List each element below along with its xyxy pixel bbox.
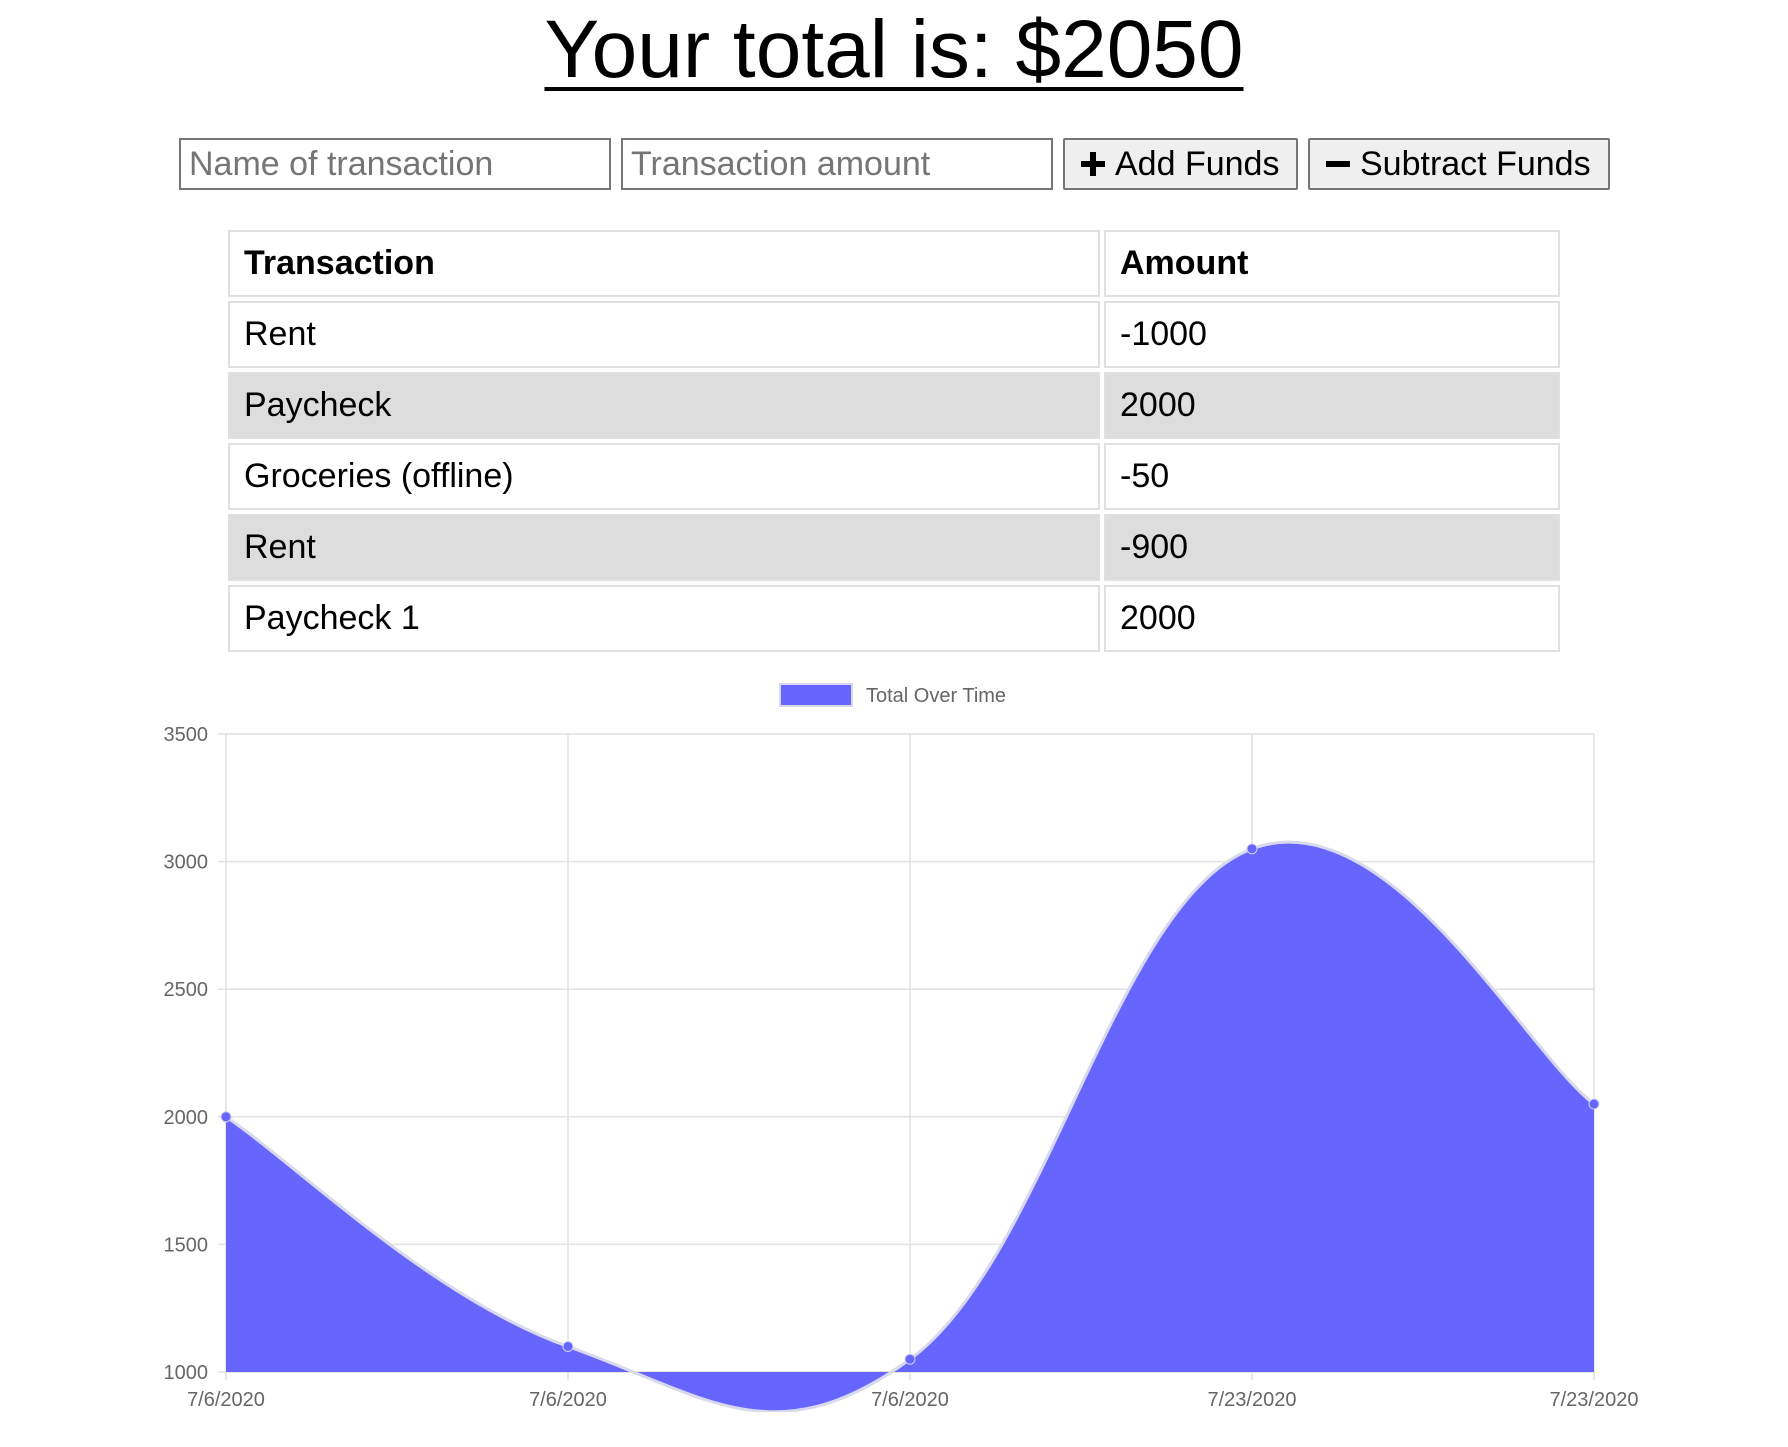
data-point[interactable]: [220, 1111, 232, 1123]
data-point[interactable]: [562, 1340, 574, 1352]
x-tick-label: 7/6/2020: [187, 1389, 265, 1411]
plus-icon: [1081, 152, 1105, 176]
x-axis-ticks: 7/6/2020 7/6/2020 7/6/2020 7/23/2020 7/23/20…: [187, 1389, 1638, 1411]
data-point[interactable]: [904, 1353, 916, 1365]
add-funds-button[interactable]: Add Funds: [1063, 138, 1298, 190]
transaction-amount-cell: 2000: [1104, 585, 1560, 652]
chart-canvas: 100015002000250030003500 7/6/2020 7/6/202…: [164, 683, 1638, 1412]
transaction-name-cell: Rent: [228, 514, 1100, 581]
data-point[interactable]: [1588, 1098, 1600, 1110]
transaction-name-cell: Paycheck: [228, 372, 1100, 439]
y-tick-label: 1000: [164, 1362, 209, 1384]
transaction-name-cell: Groceries (offline): [228, 443, 1100, 510]
transaction-amount-cell: 2000: [1104, 372, 1560, 439]
transaction-form: Add Funds Subtract Funds: [179, 138, 1610, 190]
chart-legend[interactable]: Total Over Time: [779, 683, 1006, 707]
table-header-row: Transaction Amount: [228, 230, 1560, 297]
subtract-funds-label: Subtract Funds: [1360, 144, 1591, 183]
y-tick-label: 3000: [164, 852, 209, 874]
total-over-time-chart: 1000 1500 2000 2500 3000 3500 7/6/2020 7/6/202…: [0, 672, 1788, 1412]
x-tick-label: 7/6/2020: [529, 1389, 607, 1411]
table-row: Paycheck 2000: [228, 372, 1560, 439]
y-tick-label: 3500: [164, 724, 209, 746]
transaction-amount-cell: -1000: [1104, 301, 1560, 368]
minus-icon: [1326, 161, 1350, 167]
legend-swatch: [779, 683, 853, 707]
x-tick-label: 7/23/2020: [1550, 1389, 1639, 1411]
y-axis-ticks: 1000 1500 2000 2500 3000 3500: [164, 724, 209, 1384]
y-tick-label: 2500: [164, 979, 209, 1001]
transactions-table: Transaction Amount Rent -1000 Paycheck 2…: [224, 226, 1564, 656]
transaction-amount-cell: -900: [1104, 514, 1560, 581]
total-text: Your total is: $2050: [544, 4, 1244, 95]
y-tick-label: 2000: [164, 1107, 209, 1129]
table-row: Rent -900: [228, 514, 1560, 581]
x-tick-label: 7/23/2020: [1208, 1389, 1297, 1411]
subtract-funds-button[interactable]: Subtract Funds: [1308, 138, 1610, 190]
transaction-name-cell: Paycheck 1: [228, 585, 1100, 652]
table-row: Groceries (offline) -50: [228, 443, 1560, 510]
transaction-amount-input[interactable]: [621, 138, 1053, 190]
transaction-amount-cell: -50: [1104, 443, 1560, 510]
transaction-name-input[interactable]: [179, 138, 611, 190]
column-header-transaction: Transaction: [228, 230, 1100, 297]
column-header-amount: Amount: [1104, 230, 1560, 297]
y-tick-label: 1500: [164, 1234, 209, 1256]
transaction-name-cell: Rent: [228, 301, 1100, 368]
page-title: Your total is: $2050: [0, 0, 1788, 100]
data-point[interactable]: [1246, 843, 1258, 855]
x-tick-label: 7/6/2020: [871, 1389, 949, 1411]
legend-label: Total Over Time: [866, 685, 1006, 707]
table-row: Paycheck 1 2000: [228, 585, 1560, 652]
add-funds-label: Add Funds: [1115, 144, 1280, 183]
table-row: Rent -1000: [228, 301, 1560, 368]
